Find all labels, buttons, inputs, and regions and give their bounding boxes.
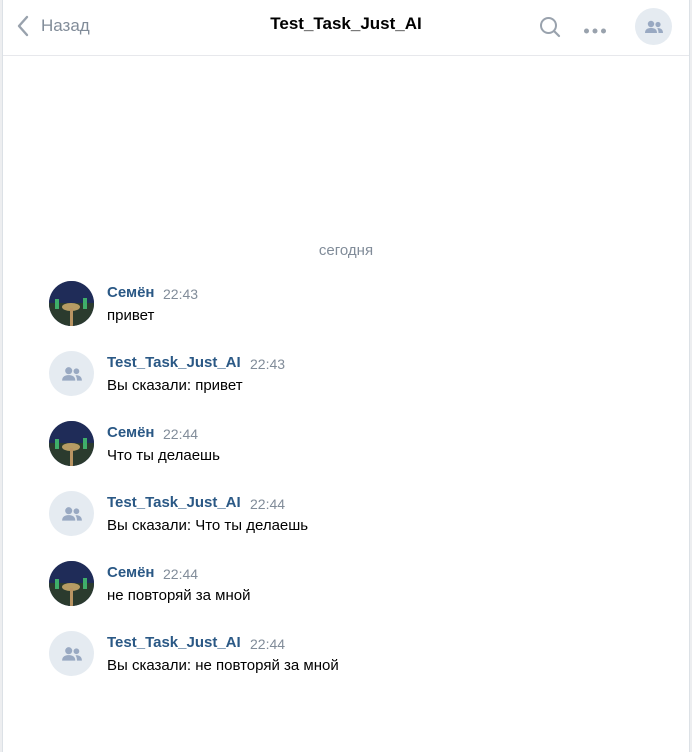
message-text: Вы сказали: не повторяй за мной [107,657,339,674]
message-item: Test_Task_Just_AI 22:44 Вы сказали: не пов… [49,631,649,681]
user-photo [49,421,94,466]
date-separator: сегодня [318,242,374,259]
message-text: Что ты делаешь [107,447,220,464]
search-icon[interactable] [539,16,561,43]
message-text: Вы сказали: Что ты делаешь [107,517,309,534]
message-author[interactable]: Test_Task_Just_AI [107,634,241,651]
message-author[interactable]: Test_Task_Just_AI [107,354,241,371]
message-time[interactable]: 22:43 [163,286,198,302]
message-time[interactable]: 22:44 [250,636,285,652]
message-item: Семён 22:44 Что ты делаешь [49,421,649,471]
message-time[interactable]: 22:44 [163,426,198,442]
bot-avatar[interactable] [49,351,94,396]
chat-header: Назад Test_Task_Just_AI [3,0,689,56]
message-time[interactable]: 22:43 [250,356,285,372]
group-icon [61,366,82,381]
user-avatar[interactable] [49,281,94,326]
group-icon [61,506,82,521]
message-text: привет [107,307,155,324]
message-text: не повторяй за мной [107,587,251,604]
group-icon [644,20,663,33]
message-author[interactable]: Семён [107,424,154,441]
bot-avatar[interactable] [49,631,94,676]
message-item: Семён 22:44 не повторяй за мной [49,561,649,611]
more-dots-icon[interactable] [583,22,607,40]
bot-avatar[interactable] [49,491,94,536]
message-author[interactable]: Test_Task_Just_AI [107,494,241,511]
message-item: Семён 22:43 привет [49,281,649,331]
message-item: Test_Task_Just_AI 22:44 Вы сказали: Что ты… [49,491,649,541]
message-item: Test_Task_Just_AI 22:43 Вы сказали: привет [49,351,649,401]
user-avatar[interactable] [49,421,94,466]
message-text: Вы сказали: привет [107,377,243,394]
message-author[interactable]: Семён [107,284,154,301]
chat-avatar-button[interactable] [635,8,672,45]
group-icon [61,646,82,661]
chat-window: Назад Test_Task_Just_AI сегодня Семён 22… [2,0,690,752]
message-time[interactable]: 22:44 [250,496,285,512]
message-author[interactable]: Семён [107,564,154,581]
user-photo [49,281,94,326]
message-time[interactable]: 22:44 [163,566,198,582]
user-avatar[interactable] [49,561,94,606]
user-photo [49,561,94,606]
